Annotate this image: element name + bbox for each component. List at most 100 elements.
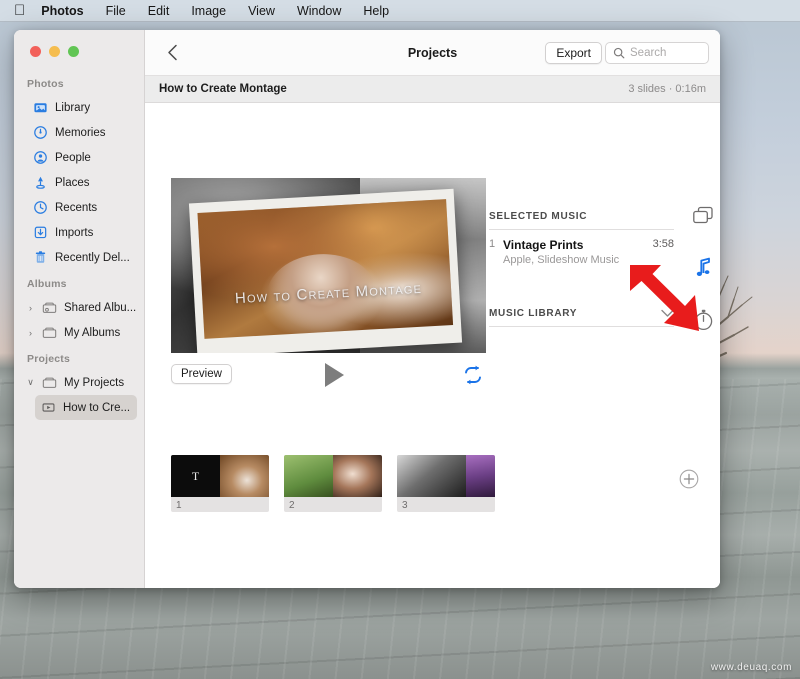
photos-app-window: Photos Library Memories People Places Re… [14,30,720,588]
music-note-icon [696,257,710,276]
people-icon [34,151,47,164]
search-icon [613,47,625,58]
sidebar-group-projects: Projects ∨ My Projects How to Cre... [14,353,144,420]
sidebar-item-label: My Projects [64,376,125,389]
sidebar-item-people[interactable]: People [14,145,144,170]
play-icon [325,363,344,387]
menu-item-edit[interactable]: Edit [148,4,170,18]
chevron-right-icon[interactable]: › [26,303,35,313]
sidebar-item-shared-albums[interactable]: › Shared Albu... [14,295,144,320]
sidebar-item-label: People [55,151,91,164]
chevron-down-icon[interactable]: ∨ [26,377,35,388]
chevron-left-icon [167,44,177,61]
slide-thumb-right [220,455,269,497]
music-note-button[interactable] [690,255,716,281]
slide-thumb-left [397,455,467,497]
track-subtitle: Apple, Slideshow Music [503,254,620,266]
duration-timer-button[interactable] [690,307,716,333]
slide-thumbnail [284,455,382,497]
slide-index: 2 [289,500,295,511]
sidebar-item-how-to-create-montage[interactable]: How to Cre... [35,395,137,420]
sidebar-item-label: My Albums [64,326,121,339]
track-row[interactable]: 1 Vintage Prints Apple, Slideshow Music … [489,230,674,266]
duration-timer-icon [694,309,712,331]
list-item[interactable]: 3 [397,455,495,512]
slideshow-preview[interactable]: How to Create Montage [171,178,486,353]
slide-thumb-left: T [171,455,220,497]
music-panel: SELECTED MUSIC 1 Vintage Prints Apple, S… [489,211,674,327]
toolbar: Projects Export Search [145,30,720,76]
slide-thumb-right [466,455,495,497]
slides-cards-button[interactable] [690,203,716,229]
preview-center-frame [188,188,462,353]
sidebar-item-my-albums[interactable]: › My Albums [14,320,144,345]
project-header-bar: How to Create Montage 3 slides · 0:16m [145,76,720,103]
trash-icon [35,251,46,263]
menu-item-file[interactable]: File [106,4,126,18]
menu-item-window[interactable]: Window [297,4,341,18]
content-area: Projects Export Search How to Create Mon… [145,30,720,588]
library-icon [34,103,47,113]
slide-index: 1 [176,500,182,511]
list-item[interactable]: 2 [284,455,382,512]
project-name: How to Create Montage [159,83,287,95]
selected-music-heading: SELECTED MUSIC [489,211,674,230]
slides-cards-icon [693,206,713,224]
add-slide-button[interactable] [679,469,699,489]
chevron-down-icon[interactable] [661,309,674,318]
export-button[interactable]: Export [545,41,602,64]
loop-repeat-icon [465,365,481,385]
sidebar-item-recently-deleted[interactable]: Recently Del... [14,245,144,270]
menu-item-photos[interactable]: Photos [41,4,83,18]
zoom-button[interactable] [68,46,79,57]
apple-menu-icon[interactable]:  [14,3,25,18]
slideshow-icon [42,403,55,412]
sidebar-item-label: Shared Albu... [64,301,137,314]
sidebar-group-title-albums: Albums [27,278,67,290]
recents-icon [34,201,47,214]
search-input[interactable]: Search [605,41,709,64]
search-placeholder: Search [630,46,667,59]
imports-icon [34,226,47,239]
sidebar-item-label: Recently Del... [55,251,130,264]
preview-center-photo [197,198,453,339]
sidebar-item-recents[interactable]: Recents [14,195,144,220]
sidebar-item-label: Imports [55,226,94,239]
menu-item-help[interactable]: Help [363,4,389,18]
sidebar-item-places[interactable]: Places [14,170,144,195]
sidebar: Photos Library Memories People Places Re… [14,30,145,588]
inspector-rail [690,203,720,359]
loop-button[interactable] [462,364,484,386]
chevron-right-icon[interactable]: › [26,328,35,338]
sidebar-group-title-photos: Photos [27,78,64,90]
sidebar-item-label: How to Cre... [63,401,131,414]
sidebar-item-label: Memories [55,126,106,139]
sidebar-item-memories[interactable]: Memories [14,120,144,145]
playback-controls: Preview [171,361,486,391]
slide-index: 3 [402,500,408,511]
sidebar-item-my-projects[interactable]: ∨ My Projects [14,370,144,395]
play-button[interactable] [321,361,347,389]
shared-album-icon [42,302,57,313]
list-item[interactable]: T 1 [171,455,269,512]
music-library-heading[interactable]: MUSIC LIBRARY [489,308,674,327]
sidebar-item-label: Places [55,176,90,189]
site-watermark: www.deuaq.com [710,662,792,673]
window-controls [30,46,79,57]
track-duration: 3:58 [652,238,674,250]
menu-item-view[interactable]: View [248,4,275,18]
sidebar-item-imports[interactable]: Imports [14,220,144,245]
folder-icon [42,377,57,388]
music-library-label: MUSIC LIBRARY [489,308,578,319]
sidebar-group-albums: Albums › Shared Albu... › My Albums [14,278,144,345]
close-button[interactable] [30,46,41,57]
minimize-button[interactable] [49,46,60,57]
preview-button[interactable]: Preview [171,364,232,384]
menu-item-image[interactable]: Image [191,4,226,18]
sidebar-item-label: Library [55,101,91,114]
sidebar-item-label: Recents [55,201,98,214]
track-title: Vintage Prints [503,238,584,252]
slide-thumb-left [284,455,333,497]
back-button[interactable] [161,42,183,64]
sidebar-item-library[interactable]: Library [14,95,144,120]
